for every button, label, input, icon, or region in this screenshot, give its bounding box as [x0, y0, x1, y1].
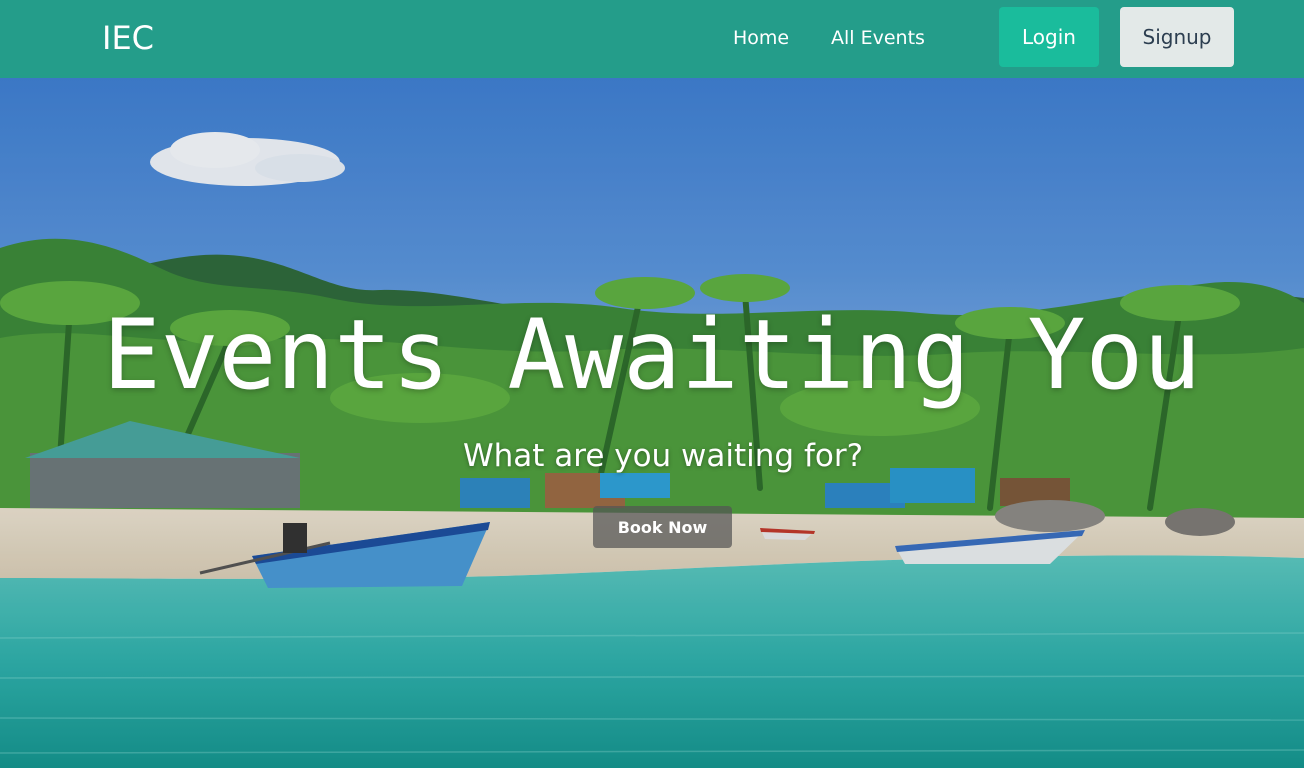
signup-button[interactable]: Signup	[1120, 7, 1234, 67]
nav-link-all-events[interactable]: All Events	[831, 26, 925, 50]
hero-section: Events Awaiting You What are you waiting…	[0, 78, 1304, 768]
book-now-button[interactable]: Book Now	[593, 506, 732, 548]
top-navbar: IEC Home All Events Login Signup	[0, 0, 1304, 78]
brand-logo[interactable]: IEC	[102, 18, 154, 58]
nav-link-home[interactable]: Home	[733, 26, 789, 50]
hero-title: Events Awaiting You	[102, 299, 1202, 411]
hero-background-image	[0, 78, 1304, 768]
hero-subtitle: What are you waiting for?	[462, 438, 864, 474]
login-button[interactable]: Login	[999, 7, 1099, 67]
